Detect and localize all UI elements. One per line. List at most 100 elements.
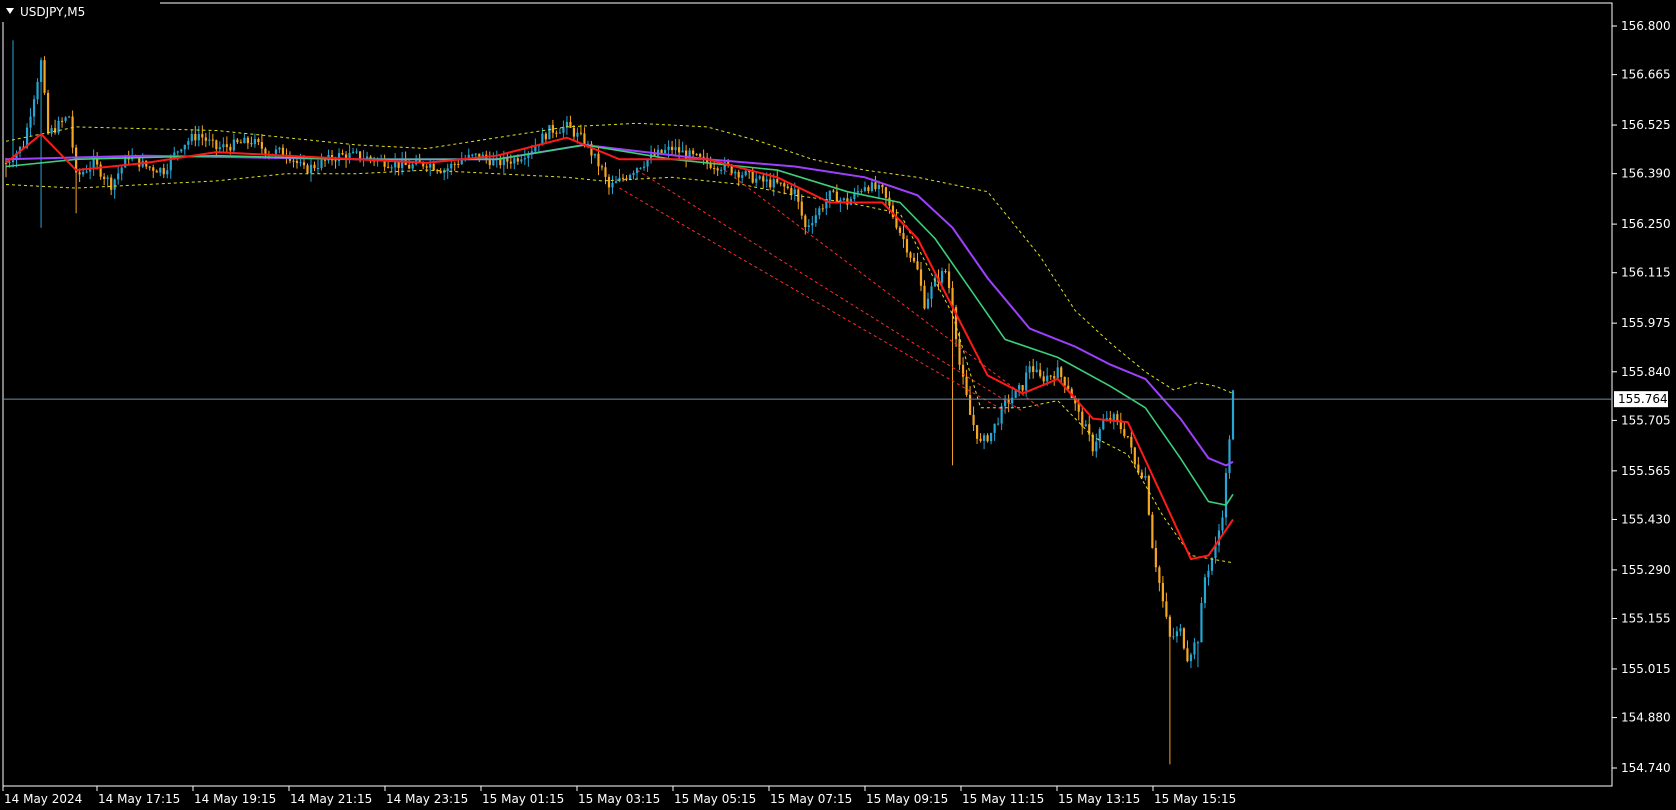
candle-body — [1147, 475, 1150, 515]
candle-body — [334, 160, 337, 162]
candle-body — [997, 423, 1000, 425]
candle-body — [1200, 603, 1203, 643]
candle-body — [632, 172, 635, 176]
candle-body — [229, 146, 232, 151]
candle-body — [1196, 642, 1200, 644]
candle-body — [1039, 369, 1042, 377]
candle-body — [1063, 376, 1066, 386]
candle-body — [919, 269, 923, 286]
candle-body — [1151, 514, 1154, 549]
candle-body — [1130, 436, 1133, 448]
candle-body — [870, 182, 874, 192]
time-tick-label: 15 May 05:15 — [674, 792, 756, 806]
price-tick-label: 155.565 — [1621, 464, 1671, 478]
candle-body — [516, 158, 519, 162]
candle-body — [702, 156, 705, 158]
candle-body — [972, 414, 975, 426]
candle-body — [1228, 439, 1231, 474]
candle-body — [1203, 577, 1207, 604]
candle-body — [302, 162, 306, 166]
candle-body — [1144, 475, 1147, 478]
candle-body — [741, 175, 744, 178]
candle-body — [208, 139, 211, 141]
candle-body — [39, 60, 43, 82]
price-tick-label: 156.250 — [1621, 217, 1671, 231]
candle-body — [148, 166, 151, 168]
candle-body — [120, 167, 123, 174]
time-tick-label: 15 May 15:15 — [1154, 792, 1236, 806]
time-tick-label: 15 May 01:15 — [482, 792, 564, 806]
candle-body — [639, 167, 642, 169]
candle-body — [390, 167, 393, 169]
candle-body — [660, 149, 663, 153]
candle-body — [60, 120, 64, 122]
candle-body — [744, 171, 747, 176]
candle-body — [758, 176, 761, 179]
candle-body — [1056, 367, 1059, 379]
candle-body — [646, 159, 649, 167]
candle-body — [46, 92, 50, 134]
candle-body — [811, 223, 814, 226]
candle-body — [432, 163, 435, 171]
price-tick-label: 155.975 — [1621, 316, 1671, 330]
candle-body — [548, 125, 551, 140]
candle-body — [253, 139, 257, 145]
candle-body — [814, 215, 817, 224]
candle-body — [236, 139, 239, 143]
candle-body — [579, 132, 583, 134]
plot-area[interactable] — [2, 2, 1613, 787]
candle-body — [551, 125, 554, 133]
candle-body — [653, 154, 656, 156]
candle-body — [968, 394, 972, 415]
chart-canvas[interactable]: 156.800 156.665 156.525 156.390 156.250 156.1… — [0, 0, 1676, 810]
candle-body — [341, 153, 344, 155]
candle-body — [50, 128, 53, 134]
candle-body — [155, 170, 158, 173]
candle-body — [674, 147, 677, 151]
candle-body — [720, 169, 723, 171]
candle-body — [523, 158, 526, 160]
candle-body — [64, 117, 67, 121]
candle-body — [663, 149, 667, 153]
candle-body — [222, 144, 225, 148]
price-tick-label: 155.705 — [1621, 413, 1671, 427]
candle-body — [32, 99, 36, 117]
price-tick-label: 155.015 — [1621, 662, 1671, 676]
candle-body — [313, 164, 316, 169]
candle-body — [776, 179, 779, 183]
band-upper-line — [5, 122, 1234, 394]
candle-body — [1049, 375, 1052, 377]
candle-body — [471, 154, 474, 156]
candle-body — [909, 252, 912, 258]
candle-body — [751, 171, 754, 183]
candle-body — [856, 191, 859, 193]
candle-body — [783, 183, 786, 187]
candle-body — [821, 208, 824, 210]
candle-body — [113, 179, 116, 190]
candle-body — [183, 144, 186, 150]
candle-body — [85, 171, 88, 173]
price-tick-label: 156.390 — [1621, 167, 1671, 181]
candle-body — [411, 164, 414, 169]
candle-body — [274, 149, 278, 154]
candle-body — [1175, 631, 1179, 637]
candle-body — [1053, 376, 1056, 379]
time-tick-label: 15 May 11:15 — [962, 792, 1044, 806]
candle-body — [1172, 636, 1175, 638]
candle-body — [453, 163, 456, 165]
candle-body — [232, 139, 235, 151]
price-tick-label: 156.800 — [1621, 19, 1671, 33]
candle-body — [194, 133, 197, 141]
candle-body — [358, 151, 362, 160]
candle-body — [737, 171, 740, 178]
candle-body — [71, 116, 74, 148]
candle-body — [429, 163, 432, 168]
candle-body — [316, 167, 320, 169]
candle-body — [1207, 570, 1210, 578]
candle-body — [779, 182, 782, 184]
candle-body — [860, 190, 863, 192]
candle-body — [446, 168, 449, 172]
candle-body — [990, 432, 993, 442]
candle-body — [278, 147, 281, 150]
candle-body — [695, 154, 698, 156]
